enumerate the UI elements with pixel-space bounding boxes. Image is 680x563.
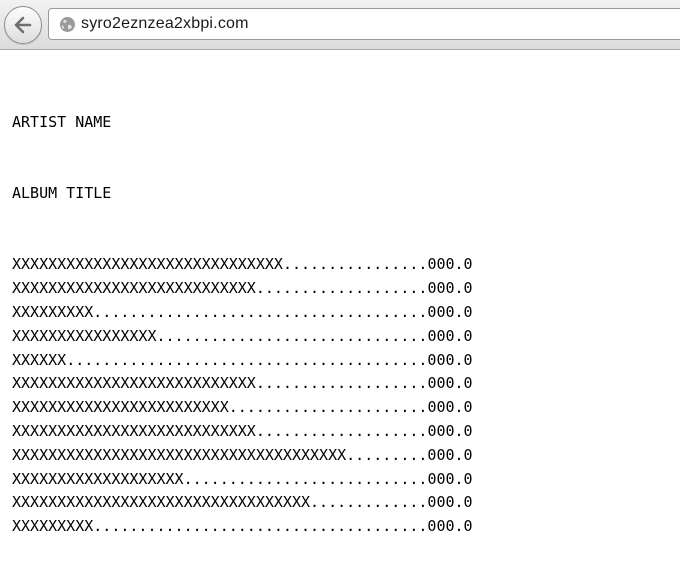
track-duration: 000.0: [427, 374, 473, 393]
dot-leader: ..............................: [156, 326, 428, 345]
browser-toolbar: syro2eznzea2xbpi.com: [0, 0, 680, 50]
track-duration: 000.0: [427, 517, 473, 536]
address-bar[interactable]: syro2eznzea2xbpi.com: [48, 8, 680, 40]
track-row: XXXXXXXXXXXXXXXXXXXXXXXX................…: [12, 396, 672, 420]
track-row: XXXXXXXXXXXXXXXX........................…: [12, 325, 672, 349]
globe-icon: [60, 17, 75, 32]
track-row: XXXXXXXXXXXXXXXXXXXXXXXXXXXXXX..........…: [12, 253, 672, 277]
track-title: XXXXXXXXXXXXXXXXXXXXXXXXXXXXXXXXX: [12, 493, 311, 512]
dot-leader: .....................................: [93, 302, 428, 321]
track-title: XXXXXXXXXXXXXXXX: [12, 326, 157, 345]
track-title: XXXXXXXXXXXXXXXXXXXXXXXXXXX: [12, 374, 256, 393]
track-row: XXXXXXXXXXXXXXXXXXXXXXXXXXXXXXXXX.......…: [12, 491, 672, 515]
track-title: XXXXXXXXXXXXXXXXXXXXXXXXXXX: [12, 421, 256, 440]
dot-leader: ...................: [255, 374, 428, 393]
track-duration: 000.0: [427, 255, 473, 274]
track-duration: 000.0: [427, 279, 473, 298]
track-duration: 000.0: [427, 445, 473, 464]
dot-leader: ................: [282, 255, 428, 274]
track-duration: 000.0: [427, 469, 473, 488]
track-row: XXXXXXXXXXXXXXXXXXXXXXXXXXX.............…: [12, 420, 672, 444]
album-title: ALBUM TITLE: [12, 183, 112, 202]
dot-leader: ......................: [228, 398, 428, 417]
track-row: XXXXXXXXXXXXXXXXXXXXXXXXXXX.............…: [12, 277, 672, 301]
track-duration: 000.0: [427, 302, 473, 321]
dot-leader: ...................: [255, 421, 428, 440]
track-duration: 000.0: [427, 421, 473, 440]
back-arrow-icon: [14, 16, 32, 34]
track-title: XXXXXXXXXXXXXXXXXXXXXXXX: [12, 398, 229, 417]
track-row: XXXXXXXXXXXXXXXXXXX.....................…: [12, 468, 672, 492]
track-title: XXXXXXXXXXXXXXXXXXXXXXXXXXXXXX: [12, 255, 283, 274]
track-title: XXXXXXXXX: [12, 302, 94, 321]
track-row: XXXXXXXXXXXXXXXXXXXXXXXXXXX.............…: [12, 372, 672, 396]
dot-leader: .............: [310, 493, 428, 512]
track-duration: 000.0: [427, 350, 473, 369]
track-row: XXXXXXXXXXXXXXXXXXXXXXXXXXXXXXXXXXXXX...…: [12, 444, 672, 468]
dot-leader: ........................................: [66, 350, 428, 369]
track-title: XXXXXX: [12, 350, 67, 369]
track-title: XXXXXXXXXXXXXXXXXXXXXXXXXXXXXXXXXXXXX: [12, 445, 347, 464]
track-row: XXXXXX..................................…: [12, 349, 672, 373]
dot-leader: .........: [346, 445, 428, 464]
track-duration: 000.0: [427, 398, 473, 417]
url-text: syro2eznzea2xbpi.com: [81, 15, 249, 32]
dot-leader: ...................: [255, 279, 428, 298]
track-duration: 000.0: [427, 493, 473, 512]
track-title: XXXXXXXXXXXXXXXXXXXXXXXXXXX: [12, 279, 256, 298]
track-title: XXXXXXXXXXXXXXXXXXX: [12, 469, 184, 488]
track-row: XXXXXXXXX...............................…: [12, 301, 672, 325]
dot-leader: ...........................: [183, 469, 428, 488]
back-button[interactable]: [4, 6, 42, 44]
track-row: XXXXXXXXX...............................…: [12, 515, 672, 539]
track-list: XXXXXXXXXXXXXXXXXXXXXXXXXXXXXX..........…: [12, 253, 672, 539]
track-title: XXXXXXXXX: [12, 517, 94, 536]
page-content: ARTIST NAME ALBUM TITLE XXXXXXXXXXXXXXXX…: [12, 63, 672, 563]
track-duration: 000.0: [427, 326, 473, 345]
artist-name: ARTIST NAME: [12, 112, 112, 131]
dot-leader: .....................................: [93, 517, 428, 536]
